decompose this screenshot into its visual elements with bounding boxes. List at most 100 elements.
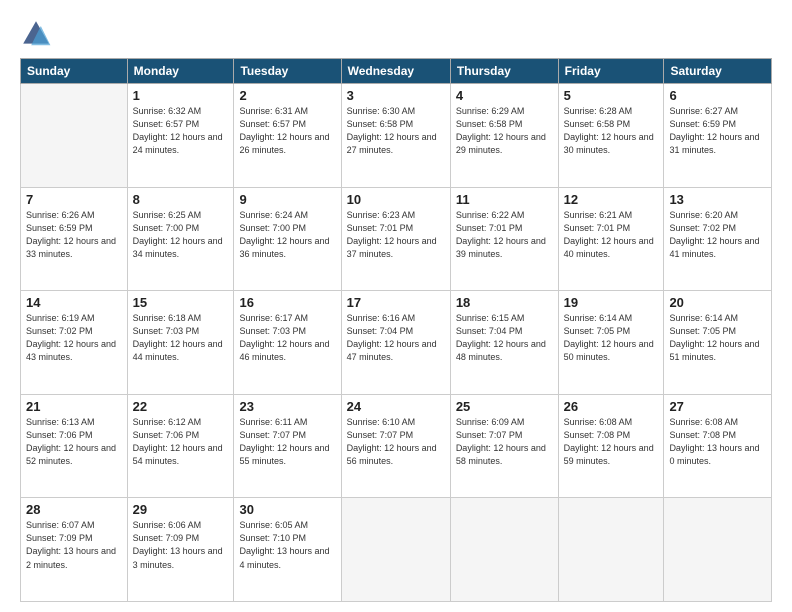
day-number: 14 <box>26 295 122 310</box>
weekday-header: Wednesday <box>341 59 450 84</box>
calendar-cell: 5Sunrise: 6:28 AM Sunset: 6:58 PM Daylig… <box>558 84 664 188</box>
day-number: 1 <box>133 88 229 103</box>
day-info: Sunrise: 6:16 AM Sunset: 7:04 PM Dayligh… <box>347 312 445 364</box>
calendar-cell: 30 Sunrise: 6:05 AM Sunset: 7:10 PM Dayli… <box>234 498 341 602</box>
calendar-body: 1Sunrise: 6:32 AM Sunset: 6:57 PM Daylig… <box>21 84 772 602</box>
day-number: 21 <box>26 399 122 414</box>
day-number: 15 <box>133 295 229 310</box>
calendar-cell: 10Sunrise: 6:23 AM Sunset: 7:01 PM Dayli… <box>341 187 450 291</box>
page: SundayMondayTuesdayWednesdayThursdayFrid… <box>0 0 792 612</box>
day-number: 6 <box>669 88 766 103</box>
weekday-header: Saturday <box>664 59 772 84</box>
calendar-cell: 23Sunrise: 6:11 AM Sunset: 7:07 PM Dayli… <box>234 394 341 498</box>
day-info: Sunrise: 6:27 AM Sunset: 6:59 PM Dayligh… <box>669 105 766 157</box>
calendar-cell: 25 Sunrise: 6:09 AM Sunset: 7:07 PM Dayli… <box>450 394 558 498</box>
day-number: 20 <box>669 295 766 310</box>
day-info: Sunrise: 6:08 AM Sunset: 7:08 PM Dayligh… <box>564 416 659 468</box>
calendar-cell: 16 Sunrise: 6:17 AM Sunset: 7:03 PM Dayli… <box>234 291 341 395</box>
calendar-cell: 24 Sunrise: 6:10 AM Sunset: 7:07 PM Dayli… <box>341 394 450 498</box>
calendar-cell: 2 Sunrise: 6:31 AM Sunset: 6:57 PM Daylig… <box>234 84 341 188</box>
day-info: Sunrise: 6:06 AM Sunset: 7:09 PM Dayligh… <box>133 519 229 571</box>
day-info: Sunrise: 6:07 AM Sunset: 7:09 PM Dayligh… <box>26 519 122 571</box>
day-info: Sunrise: 6:11 AM Sunset: 7:07 PM Dayligh… <box>239 416 335 468</box>
day-info: Sunrise: 6:26 AM Sunset: 6:59 PM Dayligh… <box>26 209 122 261</box>
calendar-week-row: 14 Sunrise: 6:19 AM Sunset: 7:02 PM Dayli… <box>21 291 772 395</box>
calendar-cell <box>21 84 128 188</box>
weekday-header: Thursday <box>450 59 558 84</box>
day-number: 5 <box>564 88 659 103</box>
day-number: 28 <box>26 502 122 517</box>
calendar-cell: 11Sunrise: 6:22 AM Sunset: 7:01 PM Dayli… <box>450 187 558 291</box>
weekday-header: Tuesday <box>234 59 341 84</box>
day-info: Sunrise: 6:14 AM Sunset: 7:05 PM Dayligh… <box>669 312 766 364</box>
day-number: 9 <box>239 192 335 207</box>
calendar-week-row: 21 Sunrise: 6:13 AM Sunset: 7:06 PM Dayli… <box>21 394 772 498</box>
calendar-week-row: 28 Sunrise: 6:07 AM Sunset: 7:09 PM Dayli… <box>21 498 772 602</box>
day-info: Sunrise: 6:31 AM Sunset: 6:57 PM Dayligh… <box>239 105 335 157</box>
day-number: 30 <box>239 502 335 517</box>
calendar-cell: 1Sunrise: 6:32 AM Sunset: 6:57 PM Daylig… <box>127 84 234 188</box>
day-number: 11 <box>456 192 553 207</box>
day-number: 13 <box>669 192 766 207</box>
day-info: Sunrise: 6:12 AM Sunset: 7:06 PM Dayligh… <box>133 416 229 468</box>
day-number: 22 <box>133 399 229 414</box>
day-info: Sunrise: 6:10 AM Sunset: 7:07 PM Dayligh… <box>347 416 445 468</box>
day-info: Sunrise: 6:05 AM Sunset: 7:10 PM Dayligh… <box>239 519 335 571</box>
day-number: 8 <box>133 192 229 207</box>
day-info: Sunrise: 6:19 AM Sunset: 7:02 PM Dayligh… <box>26 312 122 364</box>
weekday-header: Monday <box>127 59 234 84</box>
calendar-header: SundayMondayTuesdayWednesdayThursdayFrid… <box>21 59 772 84</box>
calendar-cell: 27 Sunrise: 6:08 AM Sunset: 7:08 PM Dayli… <box>664 394 772 498</box>
calendar-cell: 4 Sunrise: 6:29 AM Sunset: 6:58 PM Daylig… <box>450 84 558 188</box>
day-number: 27 <box>669 399 766 414</box>
day-info: Sunrise: 6:20 AM Sunset: 7:02 PM Dayligh… <box>669 209 766 261</box>
day-number: 19 <box>564 295 659 310</box>
day-number: 2 <box>239 88 335 103</box>
calendar-cell: 22 Sunrise: 6:12 AM Sunset: 7:06 PM Dayli… <box>127 394 234 498</box>
day-info: Sunrise: 6:17 AM Sunset: 7:03 PM Dayligh… <box>239 312 335 364</box>
day-info: Sunrise: 6:13 AM Sunset: 7:06 PM Dayligh… <box>26 416 122 468</box>
calendar-cell: 3Sunrise: 6:30 AM Sunset: 6:58 PM Daylig… <box>341 84 450 188</box>
calendar-cell: 13 Sunrise: 6:20 AM Sunset: 7:02 PM Dayli… <box>664 187 772 291</box>
day-number: 12 <box>564 192 659 207</box>
calendar-cell: 12 Sunrise: 6:21 AM Sunset: 7:01 PM Dayli… <box>558 187 664 291</box>
calendar-cell <box>450 498 558 602</box>
calendar-cell: 14 Sunrise: 6:19 AM Sunset: 7:02 PM Dayli… <box>21 291 128 395</box>
day-number: 4 <box>456 88 553 103</box>
calendar-cell: 20 Sunrise: 6:14 AM Sunset: 7:05 PM Dayli… <box>664 291 772 395</box>
day-info: Sunrise: 6:09 AM Sunset: 7:07 PM Dayligh… <box>456 416 553 468</box>
calendar-cell <box>558 498 664 602</box>
day-number: 18 <box>456 295 553 310</box>
day-number: 7 <box>26 192 122 207</box>
calendar-cell: 18 Sunrise: 6:15 AM Sunset: 7:04 PM Dayli… <box>450 291 558 395</box>
day-info: Sunrise: 6:29 AM Sunset: 6:58 PM Dayligh… <box>456 105 553 157</box>
day-number: 16 <box>239 295 335 310</box>
day-number: 25 <box>456 399 553 414</box>
day-number: 3 <box>347 88 445 103</box>
weekday-header: Sunday <box>21 59 128 84</box>
day-info: Sunrise: 6:18 AM Sunset: 7:03 PM Dayligh… <box>133 312 229 364</box>
calendar-cell: 21 Sunrise: 6:13 AM Sunset: 7:06 PM Dayli… <box>21 394 128 498</box>
day-number: 10 <box>347 192 445 207</box>
day-number: 24 <box>347 399 445 414</box>
calendar-cell: 9 Sunrise: 6:24 AM Sunset: 7:00 PM Daylig… <box>234 187 341 291</box>
calendar-cell: 15 Sunrise: 6:18 AM Sunset: 7:03 PM Dayli… <box>127 291 234 395</box>
day-info: Sunrise: 6:21 AM Sunset: 7:01 PM Dayligh… <box>564 209 659 261</box>
calendar-cell: 29 Sunrise: 6:06 AM Sunset: 7:09 PM Dayli… <box>127 498 234 602</box>
day-info: Sunrise: 6:24 AM Sunset: 7:00 PM Dayligh… <box>239 209 335 261</box>
day-number: 29 <box>133 502 229 517</box>
day-info: Sunrise: 6:15 AM Sunset: 7:04 PM Dayligh… <box>456 312 553 364</box>
calendar-cell: 8 Sunrise: 6:25 AM Sunset: 7:00 PM Daylig… <box>127 187 234 291</box>
header <box>20 18 772 50</box>
calendar-week-row: 1Sunrise: 6:32 AM Sunset: 6:57 PM Daylig… <box>21 84 772 188</box>
day-info: Sunrise: 6:25 AM Sunset: 7:00 PM Dayligh… <box>133 209 229 261</box>
calendar-cell: 28 Sunrise: 6:07 AM Sunset: 7:09 PM Dayli… <box>21 498 128 602</box>
calendar-cell: 7 Sunrise: 6:26 AM Sunset: 6:59 PM Daylig… <box>21 187 128 291</box>
calendar-cell: 17 Sunrise: 6:16 AM Sunset: 7:04 PM Dayli… <box>341 291 450 395</box>
logo <box>20 18 56 50</box>
day-number: 26 <box>564 399 659 414</box>
weekday-header: Friday <box>558 59 664 84</box>
day-info: Sunrise: 6:08 AM Sunset: 7:08 PM Dayligh… <box>669 416 766 468</box>
day-number: 17 <box>347 295 445 310</box>
calendar-cell: 6 Sunrise: 6:27 AM Sunset: 6:59 PM Daylig… <box>664 84 772 188</box>
